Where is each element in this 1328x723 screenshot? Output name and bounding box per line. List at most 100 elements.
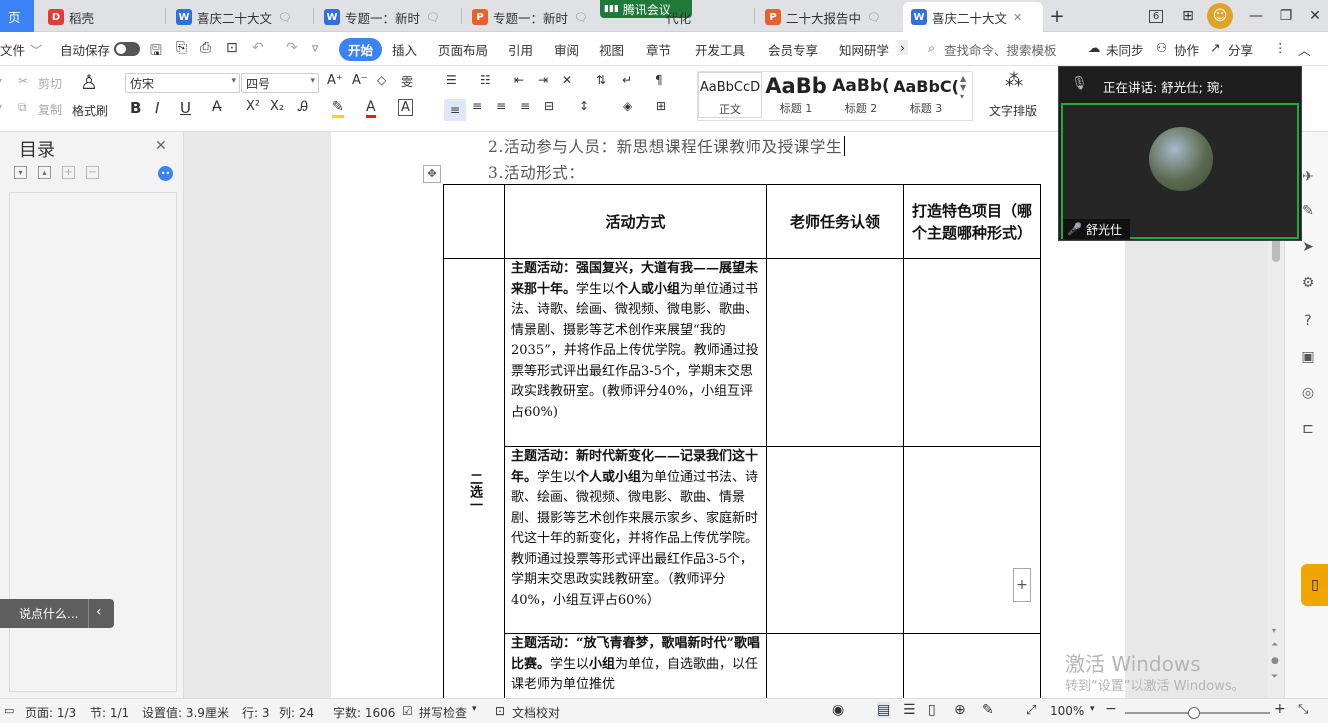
- customize-icon[interactable]: ▿: [312, 40, 318, 55]
- table-move-handle[interactable]: ✥: [423, 165, 441, 183]
- table-header-cell[interactable]: 活动方式: [504, 184, 767, 259]
- align-right-button[interactable]: ≡: [496, 99, 506, 113]
- outline-icon[interactable]: ▭: [4, 704, 14, 717]
- tab-chapter[interactable]: 章节: [646, 40, 671, 59]
- next-page-icon[interactable]: ⏷: [1271, 672, 1278, 682]
- image-icon[interactable]: ▣: [1299, 348, 1317, 366]
- strikethrough-button[interactable]: A̶: [212, 99, 222, 115]
- zoom-slider-thumb[interactable]: [1188, 707, 1200, 719]
- table-header-cell[interactable]: 老师任务认领: [766, 184, 904, 259]
- font-color-icon[interactable]: A: [366, 99, 376, 118]
- close-icon[interactable]: ✕: [1013, 11, 1022, 24]
- cut-icon[interactable]: ✂: [18, 74, 28, 88]
- underline-button[interactable]: U: [180, 99, 191, 117]
- chinese-layout-icon[interactable]: ✕: [562, 73, 572, 87]
- grid-apps-icon[interactable]: ⊞: [1177, 6, 1199, 26]
- tab-developer[interactable]: 开发工具: [695, 40, 745, 59]
- save-icon[interactable]: 🖫: [150, 40, 162, 64]
- fit-page-icon[interactable]: ⤢: [1026, 703, 1036, 718]
- window-count-icon[interactable]: 6: [1143, 6, 1169, 26]
- side-label-cell[interactable]: 二选一: [443, 258, 505, 698]
- shading-icon[interactable]: ◈: [623, 99, 632, 113]
- grow-font-icon[interactable]: A⁺: [327, 73, 343, 88]
- tab-page-layout[interactable]: 页面布局: [438, 40, 488, 59]
- tab-view[interactable]: 视图: [599, 40, 624, 59]
- proof-button[interactable]: 文档校对: [512, 704, 560, 721]
- subscript-button[interactable]: X₂: [270, 99, 284, 114]
- decrease-indent-icon[interactable]: ⇤: [514, 73, 524, 87]
- tab-ppt-2[interactable]: 代化: [662, 2, 752, 32]
- increase-indent-icon[interactable]: ⇥: [538, 73, 548, 87]
- eye-protect-icon[interactable]: ◉: [832, 702, 844, 718]
- table-cell[interactable]: 主题活动：新时代新变化——记录我们这十年。学生以个人或小组为单位通过书法、诗歌、…: [504, 446, 767, 634]
- table-cell[interactable]: [766, 633, 904, 698]
- line-spacing-icon[interactable]: ↕: [579, 99, 589, 113]
- reading-view-icon[interactable]: ▯: [928, 702, 936, 718]
- format-painter-icon[interactable]: ♙: [80, 70, 98, 94]
- shrink-font-icon[interactable]: A⁻: [352, 73, 368, 88]
- justify-button[interactable]: ≡: [520, 99, 530, 113]
- italic-button[interactable]: I: [155, 99, 159, 117]
- export-pdf-icon[interactable]: ⎘: [176, 40, 187, 56]
- table-cell[interactable]: [903, 633, 1041, 698]
- translate-icon[interactable]: ⊏: [1299, 420, 1317, 438]
- zoom-out-button[interactable]: −: [1105, 701, 1117, 717]
- table-header-cell[interactable]: 打造特色项目（哪个主题哪种形式）: [903, 184, 1041, 259]
- status-page[interactable]: 页面: 1/3: [25, 704, 76, 721]
- tab-home-ribbon[interactable]: 开始: [339, 38, 383, 61]
- style-heading-2[interactable]: AaBb( 标题 2: [830, 72, 892, 118]
- tab-ppt-1[interactable]: P 专题一：新时 🗨: [464, 2, 604, 32]
- phonetic-icon[interactable]: 雯: [401, 73, 413, 90]
- tab-home[interactable]: 页: [0, 0, 34, 32]
- web-view-icon[interactable]: ⊕: [954, 702, 966, 718]
- close-icon[interactable]: 🗨: [278, 11, 292, 24]
- doc-line[interactable]: 2.活动参与人员：新思想课程任课教师及授课学生: [488, 135, 846, 157]
- speaker-video[interactable]: 🎤 舒光仕: [1061, 103, 1299, 239]
- doc-line[interactable]: 3.活动形式：: [488, 161, 585, 183]
- expand-icon[interactable]: ▾: [14, 166, 27, 179]
- remove-icon[interactable]: −: [86, 166, 99, 179]
- paste-arrow-icon[interactable]: ▾: [0, 74, 2, 88]
- tab-review[interactable]: 审阅: [554, 40, 579, 59]
- restore-button[interactable]: ❐: [1275, 6, 1297, 26]
- copy-button[interactable]: 复制: [38, 101, 62, 118]
- zoom-level[interactable]: 100%: [1050, 704, 1084, 718]
- smart-toc-icon[interactable]: ••: [158, 166, 173, 181]
- font-name-select[interactable]: 仿宋: [125, 73, 240, 93]
- scroll-down-icon[interactable]: ▾: [1272, 626, 1276, 635]
- superscript-button[interactable]: X²: [246, 99, 260, 114]
- tab-doc-2[interactable]: W 专题一：新时 🗨: [316, 2, 456, 32]
- print-icon[interactable]: ⎙: [200, 40, 211, 56]
- tab-docer[interactable]: D 稻壳: [40, 2, 160, 32]
- chevron-down-icon[interactable]: ﹀: [30, 40, 43, 59]
- table-cell[interactable]: [903, 446, 1041, 634]
- undo-icon[interactable]: ↶: [252, 40, 264, 56]
- assistant-icon[interactable]: ▯: [1301, 564, 1328, 606]
- file-menu[interactable]: 文件: [0, 40, 25, 59]
- prev-page-icon[interactable]: ⏶: [1271, 640, 1278, 650]
- minimize-button[interactable]: —: [1245, 6, 1267, 26]
- align-left-button[interactable]: ≡: [444, 99, 466, 121]
- more-tabs-icon[interactable]: ›: [897, 40, 908, 55]
- status-words[interactable]: 字数: 1606: [333, 704, 395, 721]
- collapse-icon[interactable]: ▴: [38, 166, 51, 179]
- write-view-icon[interactable]: ✎: [982, 702, 994, 718]
- paste-more-icon[interactable]: ▾: [0, 100, 2, 114]
- settings-sliders-icon[interactable]: ⚙: [1299, 274, 1317, 292]
- add-icon[interactable]: +: [62, 166, 75, 179]
- help-icon[interactable]: ?: [1299, 312, 1317, 330]
- highlight-icon[interactable]: ✎: [332, 99, 344, 118]
- tab-references[interactable]: 引用: [508, 40, 533, 59]
- zoom-in-button[interactable]: +: [1274, 701, 1286, 717]
- text-layout-button[interactable]: 文字排版: [989, 102, 1037, 119]
- new-tab-button[interactable]: +: [1046, 6, 1068, 27]
- fullscreen-icon[interactable]: ⤡: [1298, 702, 1308, 717]
- clear-format-icon[interactable]: ◇: [377, 73, 386, 87]
- select-object-icon[interactable]: ●: [1271, 656, 1279, 666]
- table-cell[interactable]: [766, 258, 904, 447]
- share-button[interactable]: 分享: [1228, 40, 1253, 59]
- show-marks-icon[interactable]: ↵: [622, 73, 632, 87]
- tab-doc-active[interactable]: W 喜庆二十大文 ✕: [903, 2, 1043, 32]
- font-size-select[interactable]: 四号: [241, 73, 319, 93]
- tab-member[interactable]: 会员专享: [768, 40, 818, 59]
